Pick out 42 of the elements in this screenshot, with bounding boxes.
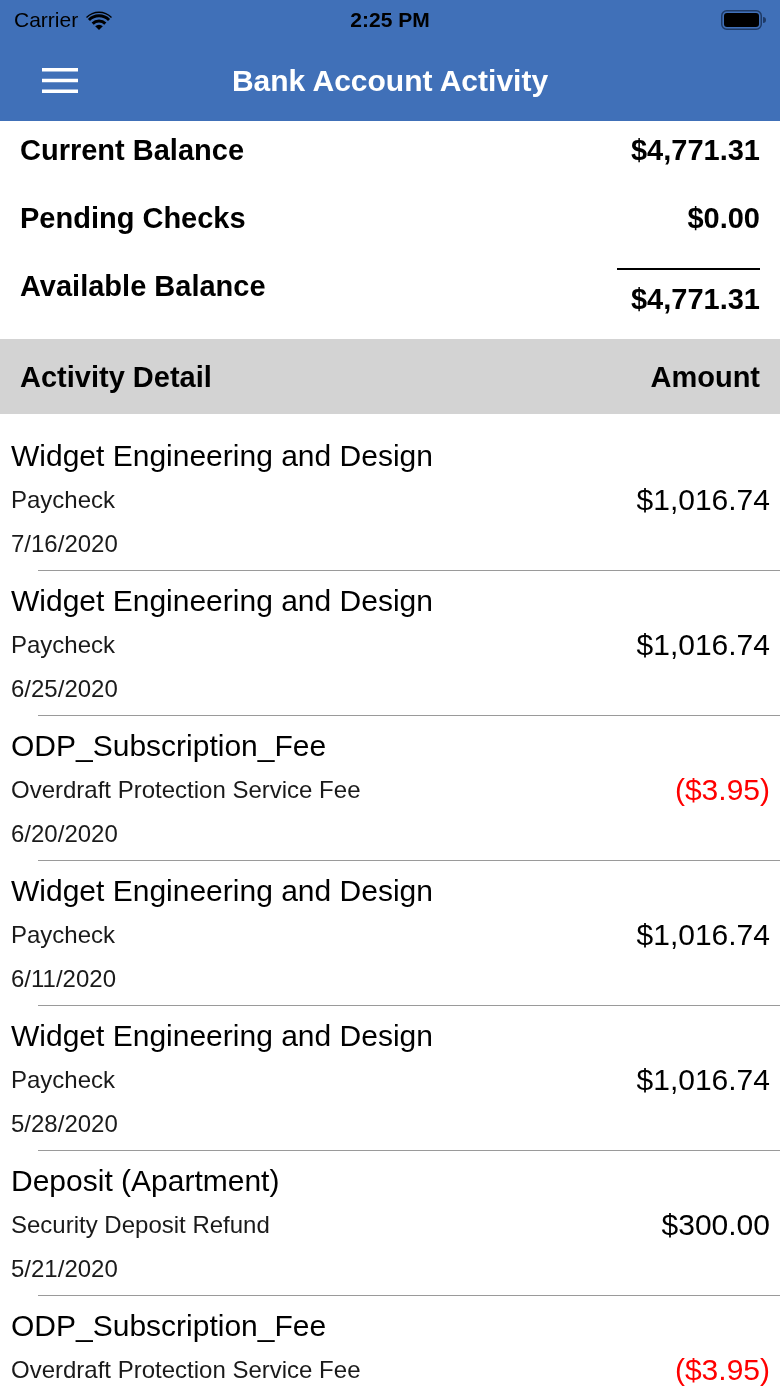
transaction-memo: Overdraft Protection Service Fee [11,775,362,805]
transaction-memo: Overdraft Protection Service Fee [11,1355,362,1385]
balance-value: $0.00 [687,201,760,236]
balance-label: Current Balance [20,133,244,168]
status-time: 2:25 PM [350,7,430,33]
transaction-amount: $1,016.74 [636,482,770,518]
payee-name: Widget Engineering and Design [11,873,434,909]
transaction-memo: Paycheck [11,485,117,515]
page-title: Bank Account Activity [231,62,549,99]
transaction-date: 6/20/2020 [11,819,119,849]
balance-label: Pending Checks [20,201,246,236]
transaction-date: 5/21/2020 [11,1254,119,1284]
transaction-amount: ($3.95) [674,772,770,808]
balance-label: Available Balance [20,269,266,304]
balance-value: $4,771.31 [631,281,760,317]
payee-name: Widget Engineering and Design [11,438,434,474]
menu-icon [42,68,78,93]
transaction-amount: $300.00 [661,1207,770,1243]
carrier-name: Carrier [14,7,79,33]
transaction-memo: Paycheck [11,1065,117,1095]
payee-name: Deposit (Apartment) [11,1163,281,1199]
transaction-memo: Paycheck [11,920,117,950]
payee-name: Widget Engineering and Design [11,1018,434,1054]
transaction-date: 6/11/2020 [11,964,117,994]
transaction-date: 6/25/2020 [11,674,119,704]
transaction-date: 5/28/2020 [11,1109,119,1139]
menu-button[interactable] [42,68,78,93]
transaction-amount: $1,016.74 [636,1062,770,1098]
payee-name: Widget Engineering and Design [11,583,434,619]
transaction-amount: $1,016.74 [636,627,770,663]
transaction-date: 7/16/2020 [11,529,119,559]
battery-icon [721,10,766,30]
payee-name: ODP_Subscription_Fee [11,1308,328,1344]
transaction-memo: Paycheck [11,630,117,660]
transaction-amount: $1,016.74 [636,917,770,953]
transaction-amount: ($3.95) [674,1352,770,1387]
column-heading: Amount [650,359,760,395]
payee-name: ODP_Subscription_Fee [11,728,328,764]
wifi-icon [86,10,113,30]
transaction-memo: Security Deposit Refund [11,1210,271,1240]
balance-value: $4,771.31 [631,133,760,168]
section-title: Activity Detail [20,359,212,395]
